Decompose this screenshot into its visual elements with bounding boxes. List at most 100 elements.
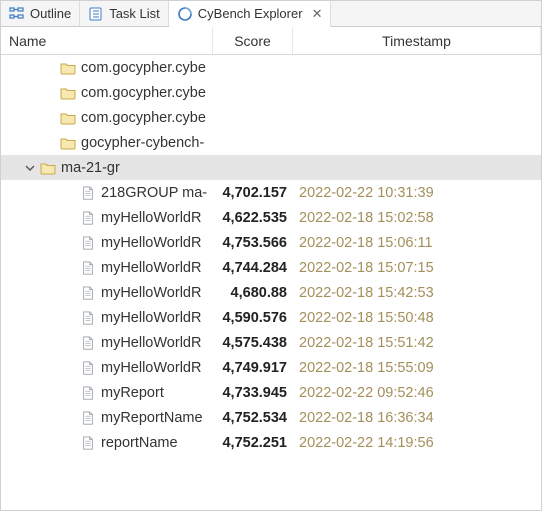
tree-file-row[interactable]: myReportName 4,752.5342022-02-18 16:36:34 — [1, 405, 541, 430]
cell-name: com.gocypher.cybe — [1, 60, 213, 76]
cell-timestamp: 2022-02-22 09:52:46 — [293, 385, 541, 401]
tree-file-row[interactable]: 218GROUP ma- 4,702.1572022-02-22 10:31:39 — [1, 180, 541, 205]
tree-folder-row[interactable]: com.gocypher.cybe — [1, 55, 541, 80]
tab-outline[interactable]: Outline — [1, 1, 80, 26]
cell-timestamp: 2022-02-18 15:07:15 — [293, 260, 541, 276]
node-label: myHelloWorldR — [101, 285, 201, 301]
cell-name: myHelloWorldR — [1, 360, 213, 376]
cell-name: com.gocypher.cybe — [1, 110, 213, 126]
node-label: gocypher-cybench- — [81, 135, 204, 151]
cell-score: 4,749.917 — [213, 360, 293, 376]
cell-timestamp: 2022-02-18 16:36:34 — [293, 410, 541, 426]
close-icon[interactable]: ✕ — [308, 6, 323, 22]
tab-label: Task List — [109, 6, 160, 21]
cell-name: ma-21-gr — [1, 160, 213, 176]
file-icon — [79, 386, 97, 400]
tree-file-row[interactable]: myHelloWorldR 4,590.5762022-02-18 15:50:4… — [1, 305, 541, 330]
tree-folder-row[interactable]: ma-21-gr — [1, 155, 541, 180]
cell-name: gocypher-cybench- — [1, 135, 213, 151]
tree-file-row[interactable]: myHelloWorldR 4,749.9172022-02-18 15:55:0… — [1, 355, 541, 380]
cell-timestamp: 2022-02-18 15:51:42 — [293, 335, 541, 351]
file-icon — [79, 411, 97, 425]
cell-score: 4,744.284 — [213, 260, 293, 276]
cell-timestamp: 2022-02-18 15:06:11 — [293, 235, 541, 251]
node-label: myHelloWorldR — [101, 360, 201, 376]
node-label: ma-21-gr — [61, 160, 120, 176]
tree-folder-row[interactable]: com.gocypher.cybe — [1, 80, 541, 105]
cell-score: 4,622.535 — [213, 210, 293, 226]
tab-label: CyBench Explorer — [198, 6, 303, 21]
cell-score: 4,575.438 — [213, 335, 293, 351]
outline-icon — [9, 6, 25, 22]
folder-icon — [59, 61, 77, 75]
tree-file-row[interactable]: myHelloWorldR 4,744.2842022-02-18 15:07:1… — [1, 255, 541, 280]
cell-name: myReport — [1, 385, 213, 401]
node-label: myHelloWorldR — [101, 310, 201, 326]
tree-file-row[interactable]: reportName 4,752.2512022-02-22 14:19:56 — [1, 430, 541, 455]
tree-body[interactable]: com.gocypher.cybe com.gocypher.cybe com.go… — [1, 55, 541, 510]
tasklist-icon — [88, 6, 104, 22]
node-label: myHelloWorldR — [101, 235, 201, 251]
tab-bar: Outline Task List CyBench Explorer ✕ — [1, 1, 541, 27]
file-icon — [79, 336, 97, 350]
cell-score: 4,590.576 — [213, 310, 293, 326]
file-icon — [79, 211, 97, 225]
node-label: reportName — [101, 435, 178, 451]
cell-score: 4,752.534 — [213, 410, 293, 426]
file-icon — [79, 361, 97, 375]
node-label: com.gocypher.cybe — [81, 85, 206, 101]
node-label: myHelloWorldR — [101, 210, 201, 226]
file-icon — [79, 436, 97, 450]
cell-name: myHelloWorldR — [1, 235, 213, 251]
column-header-score[interactable]: Score — [213, 27, 293, 54]
node-label: myHelloWorldR — [101, 260, 201, 276]
node-label: com.gocypher.cybe — [81, 60, 206, 76]
column-header-timestamp[interactable]: Timestamp — [293, 27, 541, 54]
cell-timestamp: 2022-02-18 15:50:48 — [293, 310, 541, 326]
file-icon — [79, 236, 97, 250]
tab-label: Outline — [30, 6, 71, 21]
cell-score: 4,753.566 — [213, 235, 293, 251]
cell-name: myReportName — [1, 410, 213, 426]
tree-file-row[interactable]: myHelloWorldR 4,622.5352022-02-18 15:02:5… — [1, 205, 541, 230]
file-icon — [79, 261, 97, 275]
tree-folder-row[interactable]: gocypher-cybench- — [1, 130, 541, 155]
folder-icon — [59, 136, 77, 150]
table-header: Name Score Timestamp — [1, 27, 541, 55]
file-icon — [79, 186, 97, 200]
cell-name: 218GROUP ma- — [1, 185, 213, 201]
cell-timestamp: 2022-02-18 15:42:53 — [293, 285, 541, 301]
chevron-down-icon[interactable] — [21, 163, 39, 173]
tree-file-row[interactable]: myHelloWorldR 4,753.5662022-02-18 15:06:1… — [1, 230, 541, 255]
cell-name: com.gocypher.cybe — [1, 85, 213, 101]
cell-score: 4,752.251 — [213, 435, 293, 451]
tab-tasklist[interactable]: Task List — [80, 1, 169, 26]
cell-timestamp: 2022-02-22 10:31:39 — [293, 185, 541, 201]
tree-file-row[interactable]: myHelloWorldR 4,680.882022-02-18 15:42:53 — [1, 280, 541, 305]
tab-cybench[interactable]: CyBench Explorer ✕ — [169, 1, 332, 27]
cybench-icon — [177, 6, 193, 22]
tree-folder-row[interactable]: com.gocypher.cybe — [1, 105, 541, 130]
node-label: myHelloWorldR — [101, 335, 201, 351]
cell-score: 4,733.945 — [213, 385, 293, 401]
node-label: myReportName — [101, 410, 203, 426]
cell-name: myHelloWorldR — [1, 335, 213, 351]
cell-timestamp: 2022-02-18 15:55:09 — [293, 360, 541, 376]
cell-name: myHelloWorldR — [1, 285, 213, 301]
cell-name: reportName — [1, 435, 213, 451]
tree-file-row[interactable]: myHelloWorldR 4,575.4382022-02-18 15:51:4… — [1, 330, 541, 355]
cell-score: 4,702.157 — [213, 185, 293, 201]
cell-name: myHelloWorldR — [1, 260, 213, 276]
column-header-name[interactable]: Name — [1, 27, 213, 54]
tree-file-row[interactable]: myReport 4,733.9452022-02-22 09:52:46 — [1, 380, 541, 405]
node-label: com.gocypher.cybe — [81, 110, 206, 126]
node-label: 218GROUP ma- — [101, 185, 207, 201]
node-label: myReport — [101, 385, 164, 401]
cell-timestamp: 2022-02-18 15:02:58 — [293, 210, 541, 226]
cell-timestamp: 2022-02-22 14:19:56 — [293, 435, 541, 451]
cell-score: 4,680.88 — [213, 285, 293, 301]
file-icon — [79, 311, 97, 325]
file-icon — [79, 286, 97, 300]
cybench-explorer-view: Outline Task List CyBench Explorer ✕ Name S… — [0, 0, 542, 511]
folder-icon — [39, 161, 57, 175]
